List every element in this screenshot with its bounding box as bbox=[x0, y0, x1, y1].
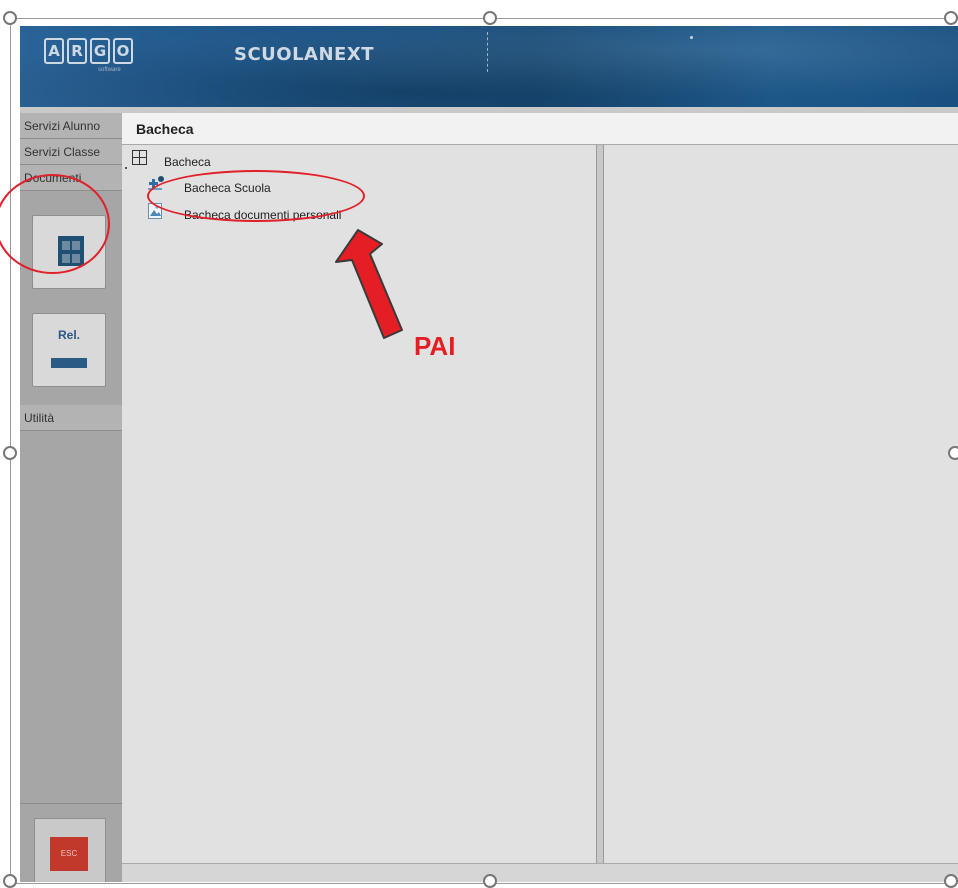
sidebar-tab-servizi-classe[interactable]: Servizi Classe bbox=[20, 139, 122, 165]
scuolanext-app: A R G O software SCUOLANEXT Servizi Alun… bbox=[20, 26, 958, 882]
argo-logo: A R G O bbox=[44, 38, 133, 64]
exit-button[interactable]: ESC bbox=[34, 818, 106, 882]
horizontal-scrollbar[interactable] bbox=[122, 863, 958, 882]
logo-letter-o: O bbox=[113, 38, 133, 64]
annotation-arrow-icon bbox=[335, 229, 403, 339]
sidebar-tab-documenti[interactable]: Documenti bbox=[20, 165, 122, 191]
logo-letter-a: A bbox=[44, 38, 64, 64]
annotation-label: PAI bbox=[414, 331, 456, 361]
rel-label: Rel. bbox=[57, 328, 80, 342]
sidebar-tab-servizi-alunno[interactable]: Servizi Alunno bbox=[20, 113, 122, 139]
detail-panel bbox=[604, 145, 958, 863]
panel-title: Bacheca bbox=[136, 121, 194, 137]
app-header: A R G O software SCUOLANEXT bbox=[20, 26, 958, 107]
brand-title: SCUOLANEXT bbox=[234, 44, 375, 65]
resize-handle-top-left[interactable] bbox=[3, 11, 17, 25]
grid-icon bbox=[132, 150, 147, 165]
logo-subtitle: software bbox=[98, 67, 121, 73]
header-texture bbox=[20, 26, 958, 107]
rel-bar-icon bbox=[51, 358, 87, 368]
document-icon bbox=[148, 203, 162, 219]
header-divider bbox=[487, 32, 488, 72]
rel-button[interactable]: Rel. bbox=[32, 313, 106, 387]
logo-letter-r: R bbox=[67, 38, 87, 64]
tree-item-bacheca-scuola[interactable]: Bacheca Scuola bbox=[184, 181, 271, 195]
sidebar-tab-utilita[interactable]: Utilità bbox=[20, 405, 122, 431]
sidebar: Servizi Alunno Servizi Classe Documenti … bbox=[20, 113, 122, 882]
tree-item-bacheca-documenti-personali[interactable]: Bacheca documenti personali bbox=[184, 208, 341, 222]
resize-handle-middle-left[interactable] bbox=[3, 446, 17, 460]
resize-handle-top-center[interactable] bbox=[483, 11, 497, 25]
sidebar-footer: ESC bbox=[20, 803, 122, 882]
tree-root-bacheca[interactable]: Bacheca bbox=[164, 155, 211, 169]
panel-splitter[interactable] bbox=[596, 145, 604, 863]
grid-icon bbox=[58, 236, 84, 266]
resize-handle-top-right[interactable] bbox=[944, 11, 958, 25]
header-decoration bbox=[690, 36, 693, 39]
exit-icon: ESC bbox=[50, 837, 88, 871]
resize-handle-middle-right[interactable] bbox=[948, 446, 958, 460]
tree-expander-icon[interactable] bbox=[125, 167, 127, 169]
logo-letter-g: G bbox=[90, 38, 110, 64]
panel-titlebar: Bacheca bbox=[122, 113, 958, 145]
bacheca-button[interactable] bbox=[32, 215, 106, 289]
share-icon bbox=[148, 176, 164, 190]
